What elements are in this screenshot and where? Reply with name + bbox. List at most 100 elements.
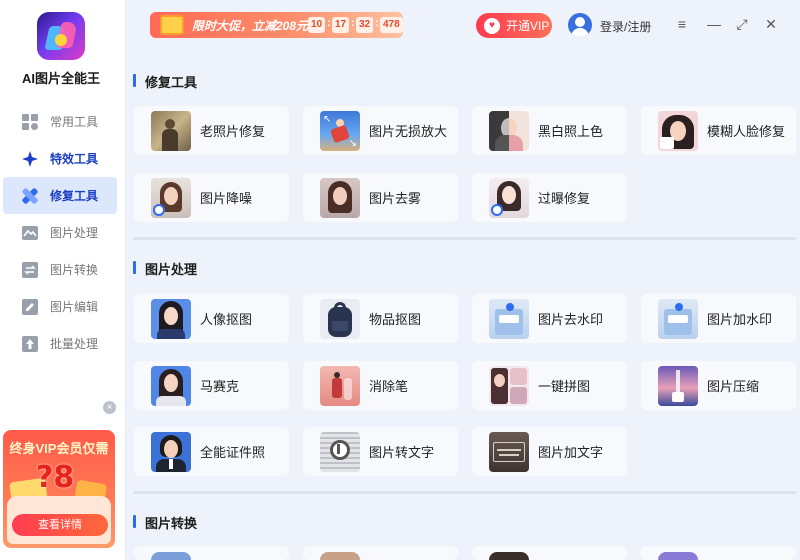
tool-card-label: 一键拼图 bbox=[538, 379, 591, 394]
tool-card-label: 图片压缩 bbox=[707, 379, 760, 394]
maximize-icon[interactable]: ⤢ bbox=[732, 14, 752, 34]
tool-card-label: 图片无损放大 bbox=[369, 124, 448, 139]
sidebar-nav: 常用工具 特效工具 修复工具 图片处理 图片转换 图片编辑 批量处理 bbox=[3, 103, 117, 362]
vip-button-label: 开通VIP bbox=[506, 19, 550, 33]
sparkle-icon bbox=[22, 150, 38, 167]
tool-card-label: 黑白照上色 bbox=[538, 124, 604, 139]
sidebar-item-image-process[interactable]: 图片处理 bbox=[3, 214, 117, 251]
sidebar-item-label: 图片处理 bbox=[50, 226, 99, 240]
card-thumb bbox=[151, 552, 191, 560]
tool-card-partial[interactable] bbox=[641, 546, 796, 560]
remove-watermark-thumb bbox=[489, 298, 529, 339]
tool-card-denoise[interactable]: 图片降噪 bbox=[134, 173, 289, 222]
face-repair-thumb bbox=[658, 110, 698, 151]
ad-view-details-button[interactable]: 查看详情 bbox=[12, 514, 108, 536]
tool-card-add-watermark[interactable]: 图片加水印 bbox=[641, 294, 796, 343]
upscale-thumb: ↖ ↘ bbox=[320, 110, 360, 151]
tool-card-id-photo[interactable]: 全能证件照 bbox=[134, 427, 289, 476]
avatar[interactable] bbox=[568, 13, 592, 37]
tool-card-label: 模糊人脸修复 bbox=[707, 124, 786, 139]
ocr-thumb bbox=[320, 431, 360, 472]
tool-card-face-repair[interactable]: 模糊人脸修复 bbox=[641, 106, 796, 155]
add-watermark-thumb bbox=[658, 298, 698, 339]
tool-card-portrait-cutout[interactable]: 人像抠图 bbox=[134, 294, 289, 343]
ad-close-button[interactable]: × bbox=[103, 401, 116, 414]
tool-card-add-text[interactable]: 图片加文字 bbox=[472, 427, 627, 476]
tool-card-dehaze[interactable]: 图片去雾 bbox=[303, 173, 458, 222]
tool-card-label: 过曝修复 bbox=[538, 191, 591, 206]
tool-card-ocr[interactable]: 图片转文字 bbox=[303, 427, 458, 476]
tool-card-old-photo[interactable]: 老照片修复 bbox=[134, 106, 289, 155]
tool-card-label: 人像抠图 bbox=[200, 312, 253, 327]
tool-card-label: 老照片修复 bbox=[200, 124, 266, 139]
tool-card-label: 马赛克 bbox=[200, 379, 240, 394]
batch-upload-icon bbox=[22, 335, 38, 352]
compress-thumb bbox=[658, 365, 698, 406]
convert-icon bbox=[22, 261, 38, 278]
tool-card-label: 全能证件照 bbox=[200, 445, 266, 460]
app-name: AI图片全能王 bbox=[21, 71, 100, 86]
tool-card-partial[interactable] bbox=[134, 546, 289, 560]
tool-card-label: 图片加文字 bbox=[538, 445, 604, 460]
sidebar-item-common-tools[interactable]: 常用工具 bbox=[3, 103, 117, 140]
sidebar-item-effect-tools[interactable]: 特效工具 bbox=[3, 140, 117, 177]
collage-thumb bbox=[489, 365, 529, 406]
edit-icon bbox=[22, 298, 38, 315]
sidebar-item-label: 常用工具 bbox=[50, 115, 99, 129]
countdown-hours: 10 bbox=[308, 17, 326, 33]
promo-banner[interactable]: 限时大促，立减208元 10 : 17 : 32 : 478 bbox=[150, 12, 403, 38]
sidebar-item-image-edit[interactable]: 图片编辑 bbox=[3, 288, 117, 325]
tool-card-partial[interactable] bbox=[472, 546, 627, 560]
card-thumb bbox=[320, 552, 360, 560]
close-icon[interactable]: ✕ bbox=[761, 14, 781, 34]
image-process-icon bbox=[22, 225, 38, 241]
tool-card-label: 物品抠图 bbox=[369, 312, 422, 327]
gift-icon bbox=[160, 15, 184, 35]
tool-card-overexposure[interactable]: 过曝修复 bbox=[472, 173, 627, 222]
portrait-cutout-thumb bbox=[151, 298, 191, 339]
sidebar-item-repair-tools[interactable]: 修复工具 bbox=[3, 177, 117, 214]
vip-promo-banner[interactable]: 终身VIP会员仅需 ?8 查看详情 bbox=[3, 430, 115, 548]
tool-card-remove-watermark[interactable]: 图片去水印 bbox=[472, 294, 627, 343]
countdown-separator: : bbox=[327, 17, 331, 29]
sidebar-item-image-convert[interactable]: 图片转换 bbox=[3, 251, 117, 288]
grid-icon bbox=[22, 113, 38, 130]
open-vip-button[interactable]: ♥ 开通VIP bbox=[476, 13, 552, 38]
dehaze-thumb bbox=[320, 177, 360, 218]
sidebar-item-label: 图片转换 bbox=[50, 263, 99, 277]
countdown-seconds: 32 bbox=[356, 17, 374, 33]
old-photo-thumb bbox=[151, 110, 191, 151]
eraser-thumb bbox=[320, 365, 360, 406]
tool-card-mosaic[interactable]: 马赛克 bbox=[134, 361, 289, 410]
tool-card-partial[interactable] bbox=[303, 546, 458, 560]
repair-icon bbox=[22, 187, 38, 204]
object-cutout-thumb bbox=[320, 298, 360, 339]
tool-card-compress[interactable]: 图片压缩 bbox=[641, 361, 796, 410]
tool-card-collage[interactable]: 一键拼图 bbox=[472, 361, 627, 410]
section-divider bbox=[133, 491, 796, 494]
tool-card-label: 图片加水印 bbox=[707, 312, 773, 327]
tool-card-upscale[interactable]: ↖ ↘ 图片无损放大 bbox=[303, 106, 458, 155]
login-register-link[interactable]: 登录/注册 bbox=[600, 18, 651, 35]
app-logo bbox=[37, 12, 85, 60]
sidebar-item-batch[interactable]: 批量处理 bbox=[3, 325, 117, 362]
sidebar-item-label: 图片编辑 bbox=[50, 300, 99, 314]
mosaic-thumb bbox=[151, 365, 191, 406]
promo-text: 限时大促，立减208元 bbox=[192, 19, 309, 33]
section-title-image-convert: 图片转换 bbox=[133, 513, 197, 532]
countdown-separator: : bbox=[351, 17, 355, 29]
section-divider bbox=[133, 237, 796, 240]
ad-title: 终身VIP会员仅需 bbox=[9, 441, 109, 456]
sidebar-item-label: 特效工具 bbox=[50, 152, 99, 166]
tool-card-colorize[interactable]: 黑白照上色 bbox=[472, 106, 627, 155]
tool-card-label: 图片去雾 bbox=[369, 191, 422, 206]
menu-icon[interactable]: ≡ bbox=[672, 14, 692, 34]
tool-card-eraser[interactable]: 消除笔 bbox=[303, 361, 458, 410]
countdown-minutes: 17 bbox=[332, 17, 350, 33]
sidebar-item-label: 修复工具 bbox=[50, 189, 99, 203]
ad-price: ?8 bbox=[36, 460, 75, 495]
minimize-icon[interactable]: — bbox=[704, 14, 724, 34]
card-thumb bbox=[489, 552, 529, 560]
id-photo-thumb bbox=[151, 431, 191, 472]
tool-card-object-cutout[interactable]: 物品抠图 bbox=[303, 294, 458, 343]
